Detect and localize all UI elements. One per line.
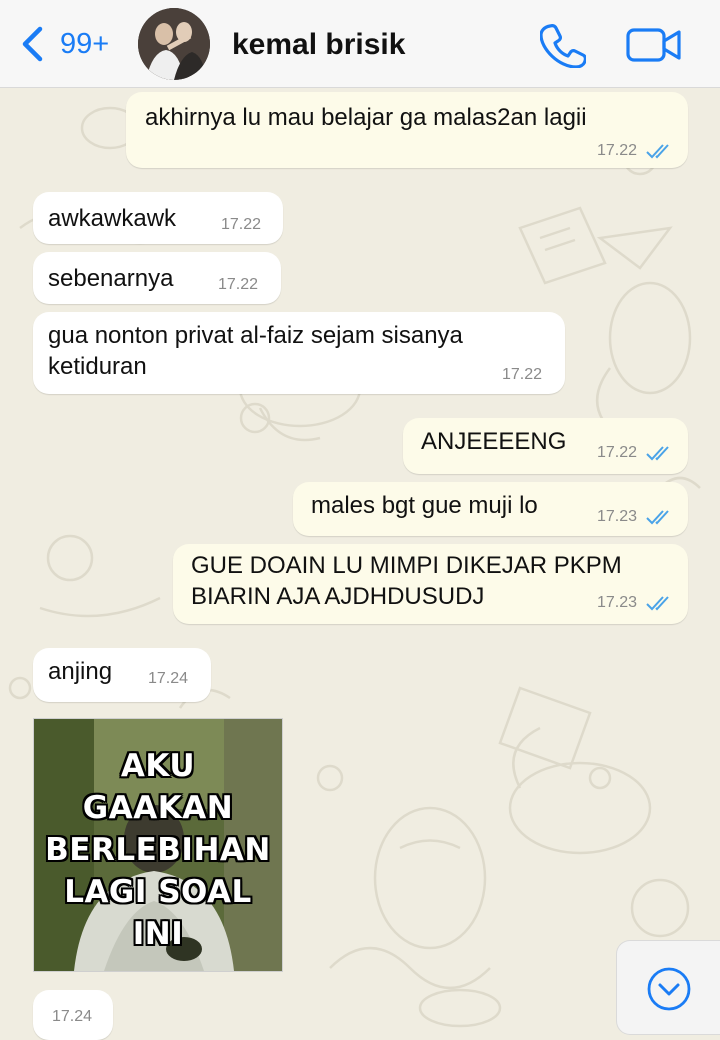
read-receipt-icon [646, 596, 669, 611]
meme-caption-line: AKU [120, 748, 196, 784]
message-bubble-incoming[interactable]: 17.24 [33, 990, 113, 1040]
meme-caption-line: LAGI SOAL [64, 874, 252, 910]
message-time: 17.24 [148, 670, 189, 687]
message-time: 17.22 [502, 366, 543, 383]
message-bubble-outgoing[interactable]: GUE DOAIN LU MIMPI DIKEJAR PKPM BIARIN A… [173, 544, 688, 624]
message-time: 17.23 [597, 508, 638, 525]
message-text: GUE DOAIN LU MIMPI DIKEJAR PKPM BIARIN A… [191, 552, 622, 610]
contact-name[interactable]: kemal brisik [232, 26, 405, 64]
message-bubble-incoming[interactable]: sebenarnya 17.22 [33, 252, 281, 304]
message-bubble-outgoing[interactable]: ANJEEEENG 17.22 [403, 418, 688, 474]
message-text: awkawkawk [48, 205, 177, 232]
message-bubble-incoming[interactable]: gua nonton privat al-faiz sejam sisanya … [33, 312, 565, 394]
chat-header: 99+ kemal brisik [0, 0, 720, 88]
read-receipt-icon [646, 510, 669, 525]
message-bubble-incoming[interactable]: anjing 17.24 [33, 648, 211, 702]
meme-caption-line: BERLEBIHAN [45, 832, 271, 868]
video-camera-icon[interactable] [626, 26, 682, 64]
message-text: akhirnya lu mau belajar ga malas2an lagi… [145, 104, 587, 131]
read-receipt-icon [646, 446, 669, 461]
meme-caption-line: INI [132, 916, 184, 952]
message-time: 17.22 [218, 276, 259, 293]
message-bubble-outgoing[interactable]: males bgt gue muji lo 17.23 [293, 482, 688, 536]
message-text: sebenarnya [48, 265, 174, 292]
meme-caption-line: GAAKAN [82, 790, 234, 826]
message-text: gua nonton privat al-faiz sejam sisanya … [48, 322, 463, 380]
message-bubble-outgoing[interactable]: akhirnya lu mau belajar ga malas2an lagi… [126, 92, 688, 168]
message-bubble-incoming[interactable]: awkawkawk 17.22 [33, 192, 283, 244]
message-time: 17.23 [597, 594, 638, 611]
message-text: anjing [48, 658, 113, 685]
message-text: males bgt gue muji lo [311, 492, 538, 519]
message-time: 17.24 [52, 1008, 93, 1025]
message-time: 17.22 [597, 444, 638, 461]
message-text: ANJEEEENG [421, 428, 567, 455]
avatar[interactable] [138, 8, 210, 80]
meme-image[interactable]: AKU GAAKAN BERLEBIHAN LAGI SOAL INI [34, 719, 282, 971]
image-message[interactable]: AKU GAAKAN BERLEBIHAN LAGI SOAL INI [33, 718, 283, 972]
unread-count[interactable]: 99+ [60, 26, 109, 62]
chevron-left-icon[interactable] [18, 26, 48, 62]
chevron-down-circle-icon [647, 967, 691, 1011]
phone-icon[interactable] [540, 22, 586, 68]
message-time: 17.22 [597, 142, 638, 159]
message-time: 17.22 [221, 216, 262, 233]
read-receipt-icon [646, 144, 669, 159]
scroll-to-bottom-button[interactable] [616, 940, 720, 1035]
